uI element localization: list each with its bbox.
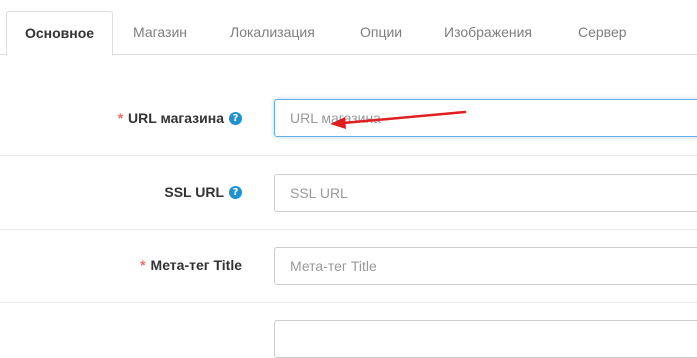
tab-general[interactable]: Основное xyxy=(6,11,113,56)
row-divider xyxy=(0,229,697,230)
question-circle-icon[interactable]: ? xyxy=(229,111,242,125)
ssl-url-input[interactable] xyxy=(274,174,697,212)
next-field-input[interactable] xyxy=(274,320,697,358)
tab-localization[interactable]: Локализация xyxy=(230,12,315,55)
store-url-input[interactable] xyxy=(274,99,697,137)
store-url-label: * URL магазина ? xyxy=(118,110,242,126)
tab-store[interactable]: Магазин xyxy=(133,12,187,55)
meta-title-label-text: Мета-тег Title xyxy=(150,257,242,273)
tab-server[interactable]: Сервер xyxy=(578,12,627,55)
ssl-url-label: SSL URL ? xyxy=(164,184,242,200)
row-divider xyxy=(0,155,697,156)
tab-images[interactable]: Изображения xyxy=(444,12,532,55)
required-mark: * xyxy=(117,110,124,126)
question-circle-icon[interactable]: ? xyxy=(229,185,242,199)
row-divider xyxy=(0,302,697,303)
store-url-label-text: URL магазина xyxy=(128,110,224,126)
settings-tabs: Основное Магазин Локализация Опции Изобр… xyxy=(0,0,697,56)
meta-title-input[interactable] xyxy=(274,247,697,285)
tab-options[interactable]: Опции xyxy=(360,12,402,55)
required-mark: * xyxy=(140,257,146,273)
ssl-url-label-text: SSL URL xyxy=(164,184,224,200)
meta-title-label: * Мета-тег Title xyxy=(140,257,242,273)
